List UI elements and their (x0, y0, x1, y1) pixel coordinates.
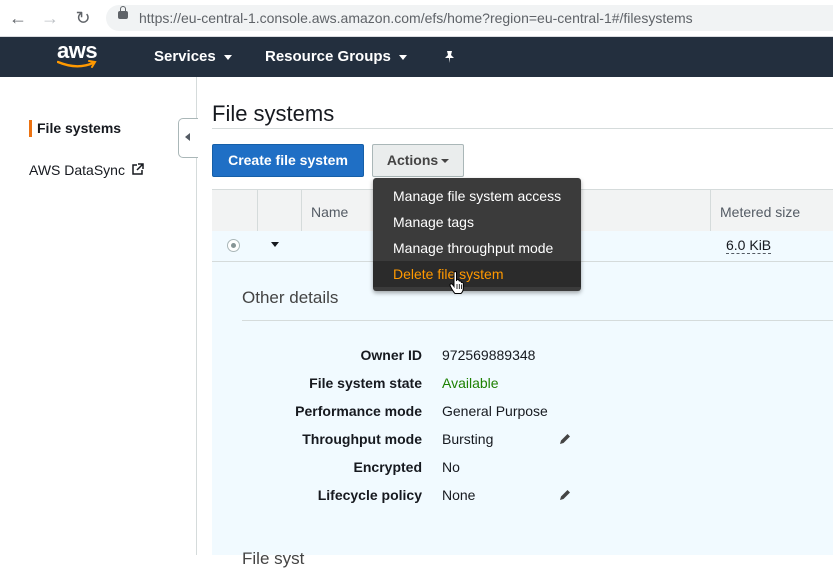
actions-label: Actions (386, 152, 439, 168)
menu-item-manage-throughput-mode[interactable]: Manage throughput mode (373, 235, 581, 261)
sidebar (0, 77, 197, 555)
url-text[interactable]: https://eu-central-1.console.aws.amazon.… (139, 10, 693, 26)
aws-smile-logo-icon (57, 60, 97, 68)
lifecycle-policy-label: Lifecycle policy (317, 487, 422, 503)
resource-groups-menu[interactable]: Resource Groups (265, 48, 407, 65)
actions-dropdown-menu: Manage file system access Manage tags Ma… (373, 178, 581, 291)
throughput-mode-label: Throughput mode (302, 431, 422, 447)
chevron-down-icon (398, 54, 407, 60)
sidebar-item-aws-datasync[interactable]: AWS DataSync (29, 162, 144, 178)
column-header-name[interactable]: Name (311, 204, 348, 220)
row-select-radio[interactable] (227, 239, 240, 252)
edit-pencil-icon[interactable] (558, 432, 572, 446)
expand-row-icon[interactable] (271, 242, 279, 247)
column-divider (301, 190, 302, 232)
hand-pointer-cursor-icon (449, 271, 464, 294)
sidebar-item-file-systems[interactable]: File systems (37, 120, 121, 136)
file-system-state-label: File system state (309, 375, 422, 391)
services-menu[interactable]: Services (154, 48, 232, 65)
active-indicator (29, 120, 32, 137)
throughput-mode-value: Bursting (442, 431, 494, 447)
divider (242, 320, 833, 321)
next-section-title: File syst (242, 549, 305, 568)
edit-pencil-icon[interactable] (558, 488, 572, 502)
pin-icon[interactable] (443, 50, 456, 64)
sidebar-item-label: AWS DataSync (29, 162, 125, 178)
browser-toolbar: ← → ↻ https://eu-central-1.console.aws.a… (0, 0, 833, 37)
column-divider (710, 190, 711, 232)
menu-item-delete-file-system[interactable]: Delete file system (373, 261, 581, 287)
performance-mode-value: General Purpose (442, 403, 548, 419)
menu-item-manage-tags[interactable]: Manage tags (373, 209, 581, 235)
column-header-metered-size[interactable]: Metered size (720, 204, 800, 220)
lock-icon (118, 6, 128, 19)
encrypted-label: Encrypted (353, 459, 422, 475)
encrypted-value: No (442, 459, 460, 475)
details-title: Other details (242, 288, 339, 307)
file-system-state-value: Available (442, 375, 499, 391)
metered-size-value[interactable]: 6.0 KiB (726, 237, 772, 254)
reload-icon[interactable]: ↻ (73, 8, 93, 28)
chevron-down-icon (441, 159, 450, 164)
page-title: File systems (212, 101, 335, 126)
aws-top-nav (0, 37, 833, 77)
collapse-sidebar-button[interactable] (178, 118, 198, 158)
divider (212, 128, 833, 129)
actions-button[interactable]: Actions (372, 144, 464, 177)
owner-id-label: Owner ID (360, 347, 422, 363)
owner-id-value: 972569889348 (442, 347, 536, 363)
services-label: Services (154, 48, 216, 65)
menu-item-manage-file-system-access[interactable]: Manage file system access (373, 183, 581, 209)
external-link-icon (132, 163, 144, 175)
create-file-system-button[interactable]: Create file system (212, 144, 364, 177)
lifecycle-policy-value: None (442, 487, 476, 503)
chevron-down-icon (223, 54, 232, 60)
forward-arrow-icon[interactable]: → (40, 8, 60, 28)
resource-groups-label: Resource Groups (265, 48, 391, 65)
back-arrow-icon[interactable]: ← (8, 8, 28, 28)
performance-mode-label: Performance mode (295, 403, 422, 419)
column-divider (257, 190, 258, 232)
